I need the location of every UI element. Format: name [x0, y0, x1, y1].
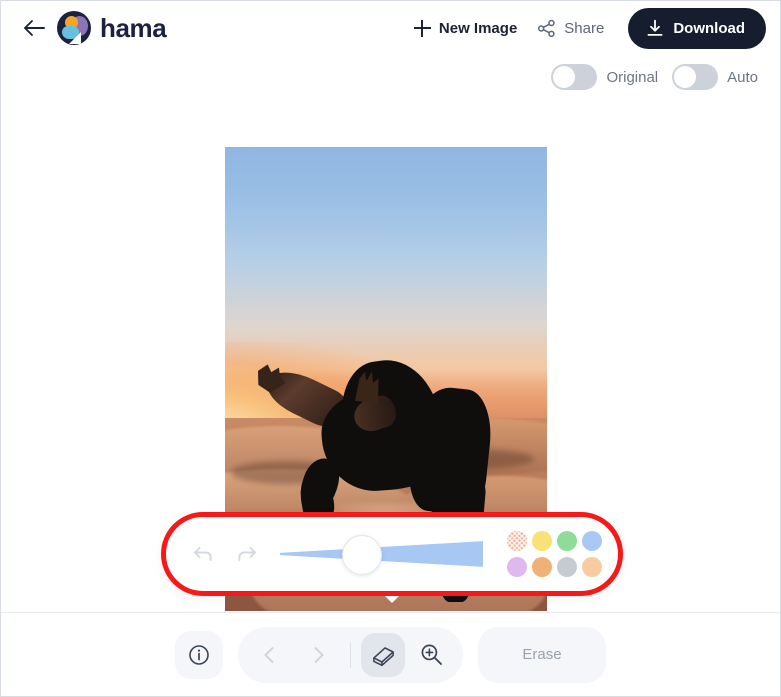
- original-toggle-label: Original: [606, 68, 659, 86]
- hama-editor-window: hama New Image Share Download Original A…: [0, 0, 781, 697]
- view-toggles: Original Auto: [551, 64, 758, 90]
- next-button[interactable]: [296, 633, 340, 677]
- prev-button[interactable]: [248, 633, 292, 677]
- zoom-tool-button[interactable]: [409, 633, 453, 677]
- new-image-button[interactable]: New Image: [404, 14, 527, 43]
- original-toggle[interactable]: [551, 64, 598, 90]
- download-button[interactable]: Download: [628, 7, 766, 49]
- redo-arrow-icon: [238, 547, 256, 561]
- undo-button[interactable]: [186, 537, 220, 571]
- chevron-right-icon: [314, 646, 324, 663]
- info-icon: [189, 644, 209, 665]
- info-button[interactable]: [175, 630, 223, 679]
- download-label: Download: [673, 19, 745, 37]
- swatch-orange[interactable]: [532, 557, 552, 577]
- eraser-icon: [372, 647, 394, 667]
- tool-cluster: [238, 626, 463, 683]
- share-button[interactable]: Share: [527, 13, 614, 44]
- erase-button[interactable]: Erase: [478, 626, 606, 683]
- auto-toggle[interactable]: [672, 64, 719, 90]
- auto-toggle-label: Auto: [727, 68, 758, 86]
- swatch-peach[interactable]: [582, 557, 602, 577]
- app-header: hama New Image Share Download: [1, 1, 780, 55]
- chevron-left-icon: [264, 646, 274, 663]
- swatch-blue[interactable]: [582, 531, 602, 551]
- plus-icon: [413, 19, 431, 37]
- download-icon: [647, 19, 663, 36]
- swatch-yellow[interactable]: [532, 531, 552, 551]
- share-label: Share: [564, 19, 605, 37]
- undo-arrow-icon: [194, 547, 212, 561]
- new-image-label: New Image: [438, 19, 518, 37]
- brand-logo[interactable]: hama: [57, 11, 167, 45]
- zoom-in-icon: [421, 644, 442, 665]
- hama-logo-icon: [57, 11, 91, 45]
- share-icon: [538, 19, 555, 37]
- swatch-lavender[interactable]: [507, 557, 527, 577]
- brand-name: hama: [100, 13, 167, 43]
- header-actions: New Image Share Download: [404, 7, 766, 49]
- arrow-left-icon: [24, 20, 45, 36]
- brush-size-slider-knob[interactable]: [342, 535, 383, 575]
- swatch-salmon[interactable]: [507, 531, 527, 551]
- auto-toggle-group[interactable]: Auto: [672, 64, 758, 90]
- back-button[interactable]: [19, 13, 49, 43]
- toggle-knob: [674, 66, 697, 88]
- redo-button[interactable]: [230, 537, 264, 571]
- toggle-knob: [553, 66, 576, 88]
- eraser-tool-button[interactable]: [361, 632, 405, 677]
- swatch-green[interactable]: [557, 531, 577, 551]
- brush-settings-popup: [166, 517, 618, 603]
- popup-tail: [379, 590, 405, 603]
- swatch-gray[interactable]: [557, 557, 577, 577]
- toolbar-divider: [350, 641, 351, 668]
- original-toggle-group[interactable]: Original: [551, 64, 658, 90]
- brush-size-slider[interactable]: [280, 534, 483, 575]
- bottom-toolbar: Erase: [1, 612, 780, 696]
- brush-color-swatches: [507, 531, 602, 577]
- erase-label: Erase: [522, 646, 562, 663]
